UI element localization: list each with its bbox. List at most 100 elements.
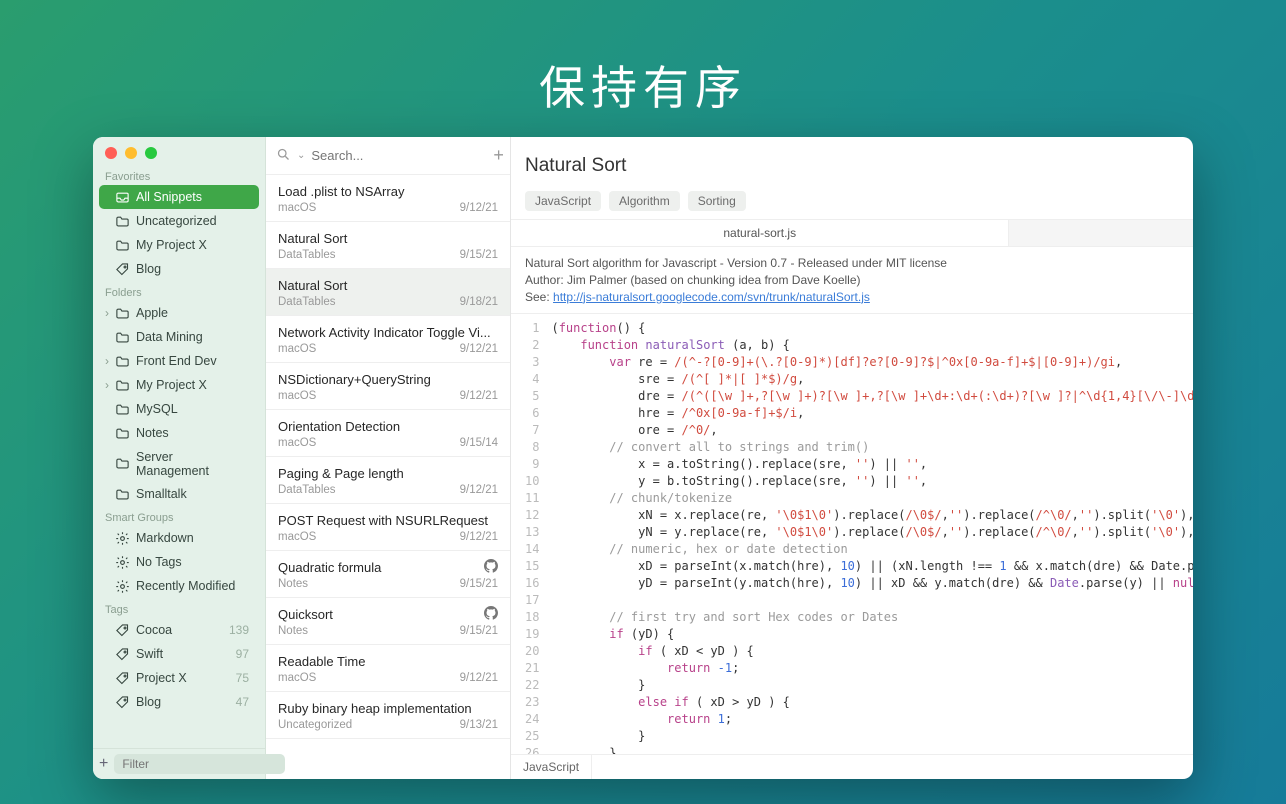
sidebar-item-cocoa[interactable]: Cocoa139 (99, 618, 259, 642)
folder-icon (115, 214, 130, 229)
snippet-item-folder: macOS (278, 343, 316, 355)
snippet-item[interactable]: POST Request with NSURLRequestmacOS9/12/… (266, 504, 510, 551)
sidebar-item-my-project-x[interactable]: My Project X (99, 233, 259, 257)
sidebar-item-blog[interactable]: Blog47 (99, 690, 259, 714)
tag-icon (115, 647, 130, 662)
gear-icon (115, 579, 130, 594)
sidebar-item-label: All Snippets (136, 190, 202, 204)
add-button[interactable]: + (99, 755, 108, 773)
minimize-icon[interactable] (125, 147, 137, 159)
sidebar-item-markdown[interactable]: Markdown (99, 526, 259, 550)
snippet-item-title: POST Request with NSURLRequest (278, 513, 498, 528)
snippet-description: Natural Sort algorithm for Javascript - … (511, 247, 1193, 314)
snippet-item-folder: DataTables (278, 249, 336, 261)
snippet-item-title: Quicksort (278, 607, 498, 622)
new-snippet-button[interactable]: + (493, 145, 504, 166)
snippet-item[interactable]: Readable TimemacOS9/12/21 (266, 645, 510, 692)
code-editor[interactable]: 1234567891011121314151617181920212223242… (511, 314, 1193, 754)
folder-icon (115, 487, 130, 502)
sidebar-item-label: Project X (136, 671, 187, 685)
tag-javascript[interactable]: JavaScript (525, 191, 601, 211)
sidebar-item-server-management[interactable]: Server Management (99, 445, 259, 482)
snippet-item-folder: macOS (278, 202, 316, 214)
close-icon[interactable] (105, 147, 117, 159)
sidebar-item-label: Data Mining (136, 330, 203, 344)
gear-icon (115, 555, 130, 570)
folder-icon (115, 354, 130, 369)
snippet-item[interactable]: QuicksortNotes9/15/21 (266, 598, 510, 645)
snippet-title: Natural Sort (525, 155, 1193, 177)
sidebar-item-blog[interactable]: Blog (99, 257, 259, 281)
sidebar-item-no-tags[interactable]: No Tags (99, 550, 259, 574)
tag-icon (115, 671, 130, 686)
snippet-item-date: 9/12/21 (460, 390, 498, 402)
maximize-icon[interactable] (145, 147, 157, 159)
sidebar-item-smalltalk[interactable]: Smalltalk (99, 482, 259, 506)
snippet-item-title: Network Activity Indicator Toggle Vi... (278, 325, 498, 340)
snippet-item[interactable]: Paging & Page lengthDataTables9/12/21 (266, 457, 510, 504)
filter-input[interactable] (114, 754, 285, 774)
source-link[interactable]: http://js-naturalsort.googlecode.com/svn… (553, 290, 870, 304)
snippet-item[interactable]: NSDictionary+QueryStringmacOS9/12/21 (266, 363, 510, 410)
sidebar-item-label: Front End Dev (136, 354, 217, 368)
snippet-item-title: Readable Time (278, 654, 498, 669)
snippet-item[interactable]: Ruby binary heap implementationUncategor… (266, 692, 510, 739)
snippet-item-title: Ruby binary heap implementation (278, 701, 498, 716)
detail-panel: Natural Sort ⌄ JavaScriptAlgorithmSortin… (511, 137, 1193, 779)
snippet-item-title: Quadratic formula (278, 560, 498, 575)
sidebar-item-count: 47 (236, 695, 249, 709)
sidebar-section-header: Smart Groups (93, 506, 265, 526)
sidebar-item-label: Markdown (136, 531, 194, 545)
snippet-item[interactable]: Natural SortDataTables9/18/21 (266, 269, 510, 316)
sidebar-item-mysql[interactable]: MySQL (99, 397, 259, 421)
snippet-item[interactable]: Load .plist to NSArraymacOS9/12/21 (266, 175, 510, 222)
snippet-item-folder: Notes (278, 625, 308, 637)
file-tabs: natural-sort.jsuse.js (511, 219, 1193, 247)
sidebar-item-all-snippets[interactable]: All Snippets (99, 185, 259, 209)
snippet-item-date: 9/13/21 (460, 719, 498, 731)
folder-icon (115, 238, 130, 253)
app-window: FavoritesAll SnippetsUncategorizedMy Pro… (93, 137, 1193, 779)
snippet-item[interactable]: Quadratic formulaNotes9/15/21 (266, 551, 510, 598)
sidebar-item-my-project-x[interactable]: My Project X (99, 373, 259, 397)
tag-icon (115, 623, 130, 638)
sidebar-section-header: Folders (93, 281, 265, 301)
file-tab-natural-sort-js[interactable]: natural-sort.js (511, 220, 1009, 246)
snippet-item-date: 9/15/14 (460, 437, 498, 449)
snippet-item[interactable]: Orientation DetectionmacOS9/15/14 (266, 410, 510, 457)
chevron-down-icon[interactable]: ⌄ (297, 150, 305, 161)
sidebar-item-label: My Project X (136, 378, 207, 392)
file-tab-use-js[interactable]: use.js (1009, 220, 1193, 246)
snippet-list[interactable]: Load .plist to NSArraymacOS9/12/21Natura… (266, 175, 510, 779)
snippet-item-title: Orientation Detection (278, 419, 498, 434)
sidebar-item-count: 139 (229, 623, 249, 637)
snippet-item-title: Paging & Page length (278, 466, 498, 481)
sidebar-item-count: 97 (236, 647, 249, 661)
snippet-item-title: NSDictionary+QueryString (278, 372, 498, 387)
sidebar-item-project-x[interactable]: Project X 75 (99, 666, 259, 690)
snippet-item-date: 9/12/21 (460, 531, 498, 543)
sidebar-item-notes[interactable]: Notes (99, 421, 259, 445)
sidebar-item-swift[interactable]: Swift 97 (99, 642, 259, 666)
sidebar-section-header: Tags (93, 598, 265, 618)
sidebar-item-count: 75 (236, 671, 249, 685)
folder-icon (115, 456, 130, 471)
tag-algorithm[interactable]: Algorithm (609, 191, 680, 211)
snippet-item[interactable]: Natural SortDataTables9/15/21 (266, 222, 510, 269)
tag-sorting[interactable]: Sorting (688, 191, 746, 211)
sidebar-item-label: Server Management (136, 450, 249, 478)
sidebar-item-recently-modified[interactable]: Recently Modified (99, 574, 259, 598)
snippet-item-date: 9/12/21 (460, 484, 498, 496)
snippet-item-date: 9/12/21 (460, 202, 498, 214)
sidebar-item-data-mining[interactable]: Data Mining (99, 325, 259, 349)
sidebar-item-label: Swift (136, 647, 163, 661)
search-input[interactable] (311, 148, 487, 163)
tag-icon (115, 262, 130, 277)
github-icon (484, 559, 498, 573)
sidebar-item-apple[interactable]: Apple (99, 301, 259, 325)
sidebar-item-front-end-dev[interactable]: Front End Dev (99, 349, 259, 373)
snippet-item-date: 9/15/21 (460, 578, 498, 590)
snippet-item[interactable]: Network Activity Indicator Toggle Vi... m… (266, 316, 510, 363)
sidebar-item-uncategorized[interactable]: Uncategorized (99, 209, 259, 233)
language-status[interactable]: JavaScript (511, 755, 592, 779)
